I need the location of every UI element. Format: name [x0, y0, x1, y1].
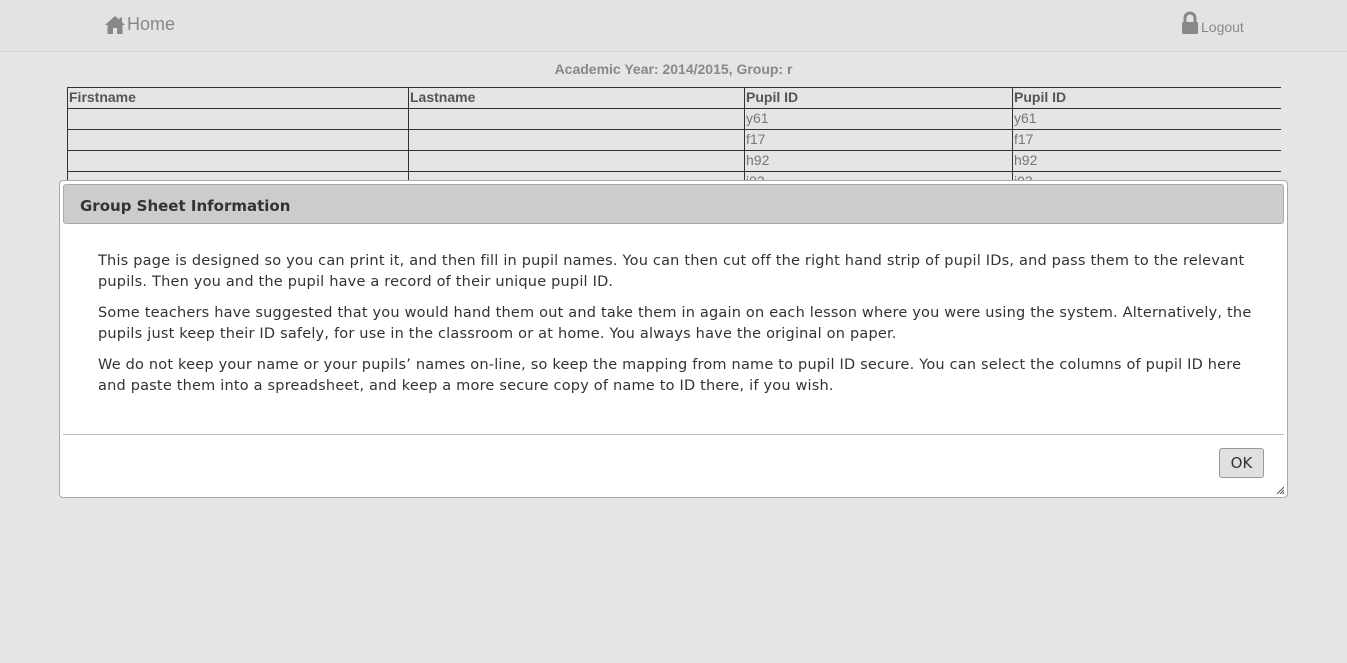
dialog-body: This page is designed so you can print i… [98, 251, 1258, 407]
ok-button[interactable]: OK [1219, 448, 1264, 478]
resize-handle-icon[interactable] [1276, 486, 1284, 494]
dialog-paragraph: Some teachers have suggested that you wo… [98, 305, 1252, 342]
dialog-paragraph: We do not keep your name or your pupils’… [98, 357, 1242, 394]
dialog-paragraph: This page is designed so you can print i… [98, 253, 1245, 290]
dialog-divider [63, 434, 1284, 435]
group-sheet-info-dialog: Group Sheet Information This page is des… [59, 180, 1288, 498]
dialog-title[interactable]: Group Sheet Information [63, 184, 1284, 224]
